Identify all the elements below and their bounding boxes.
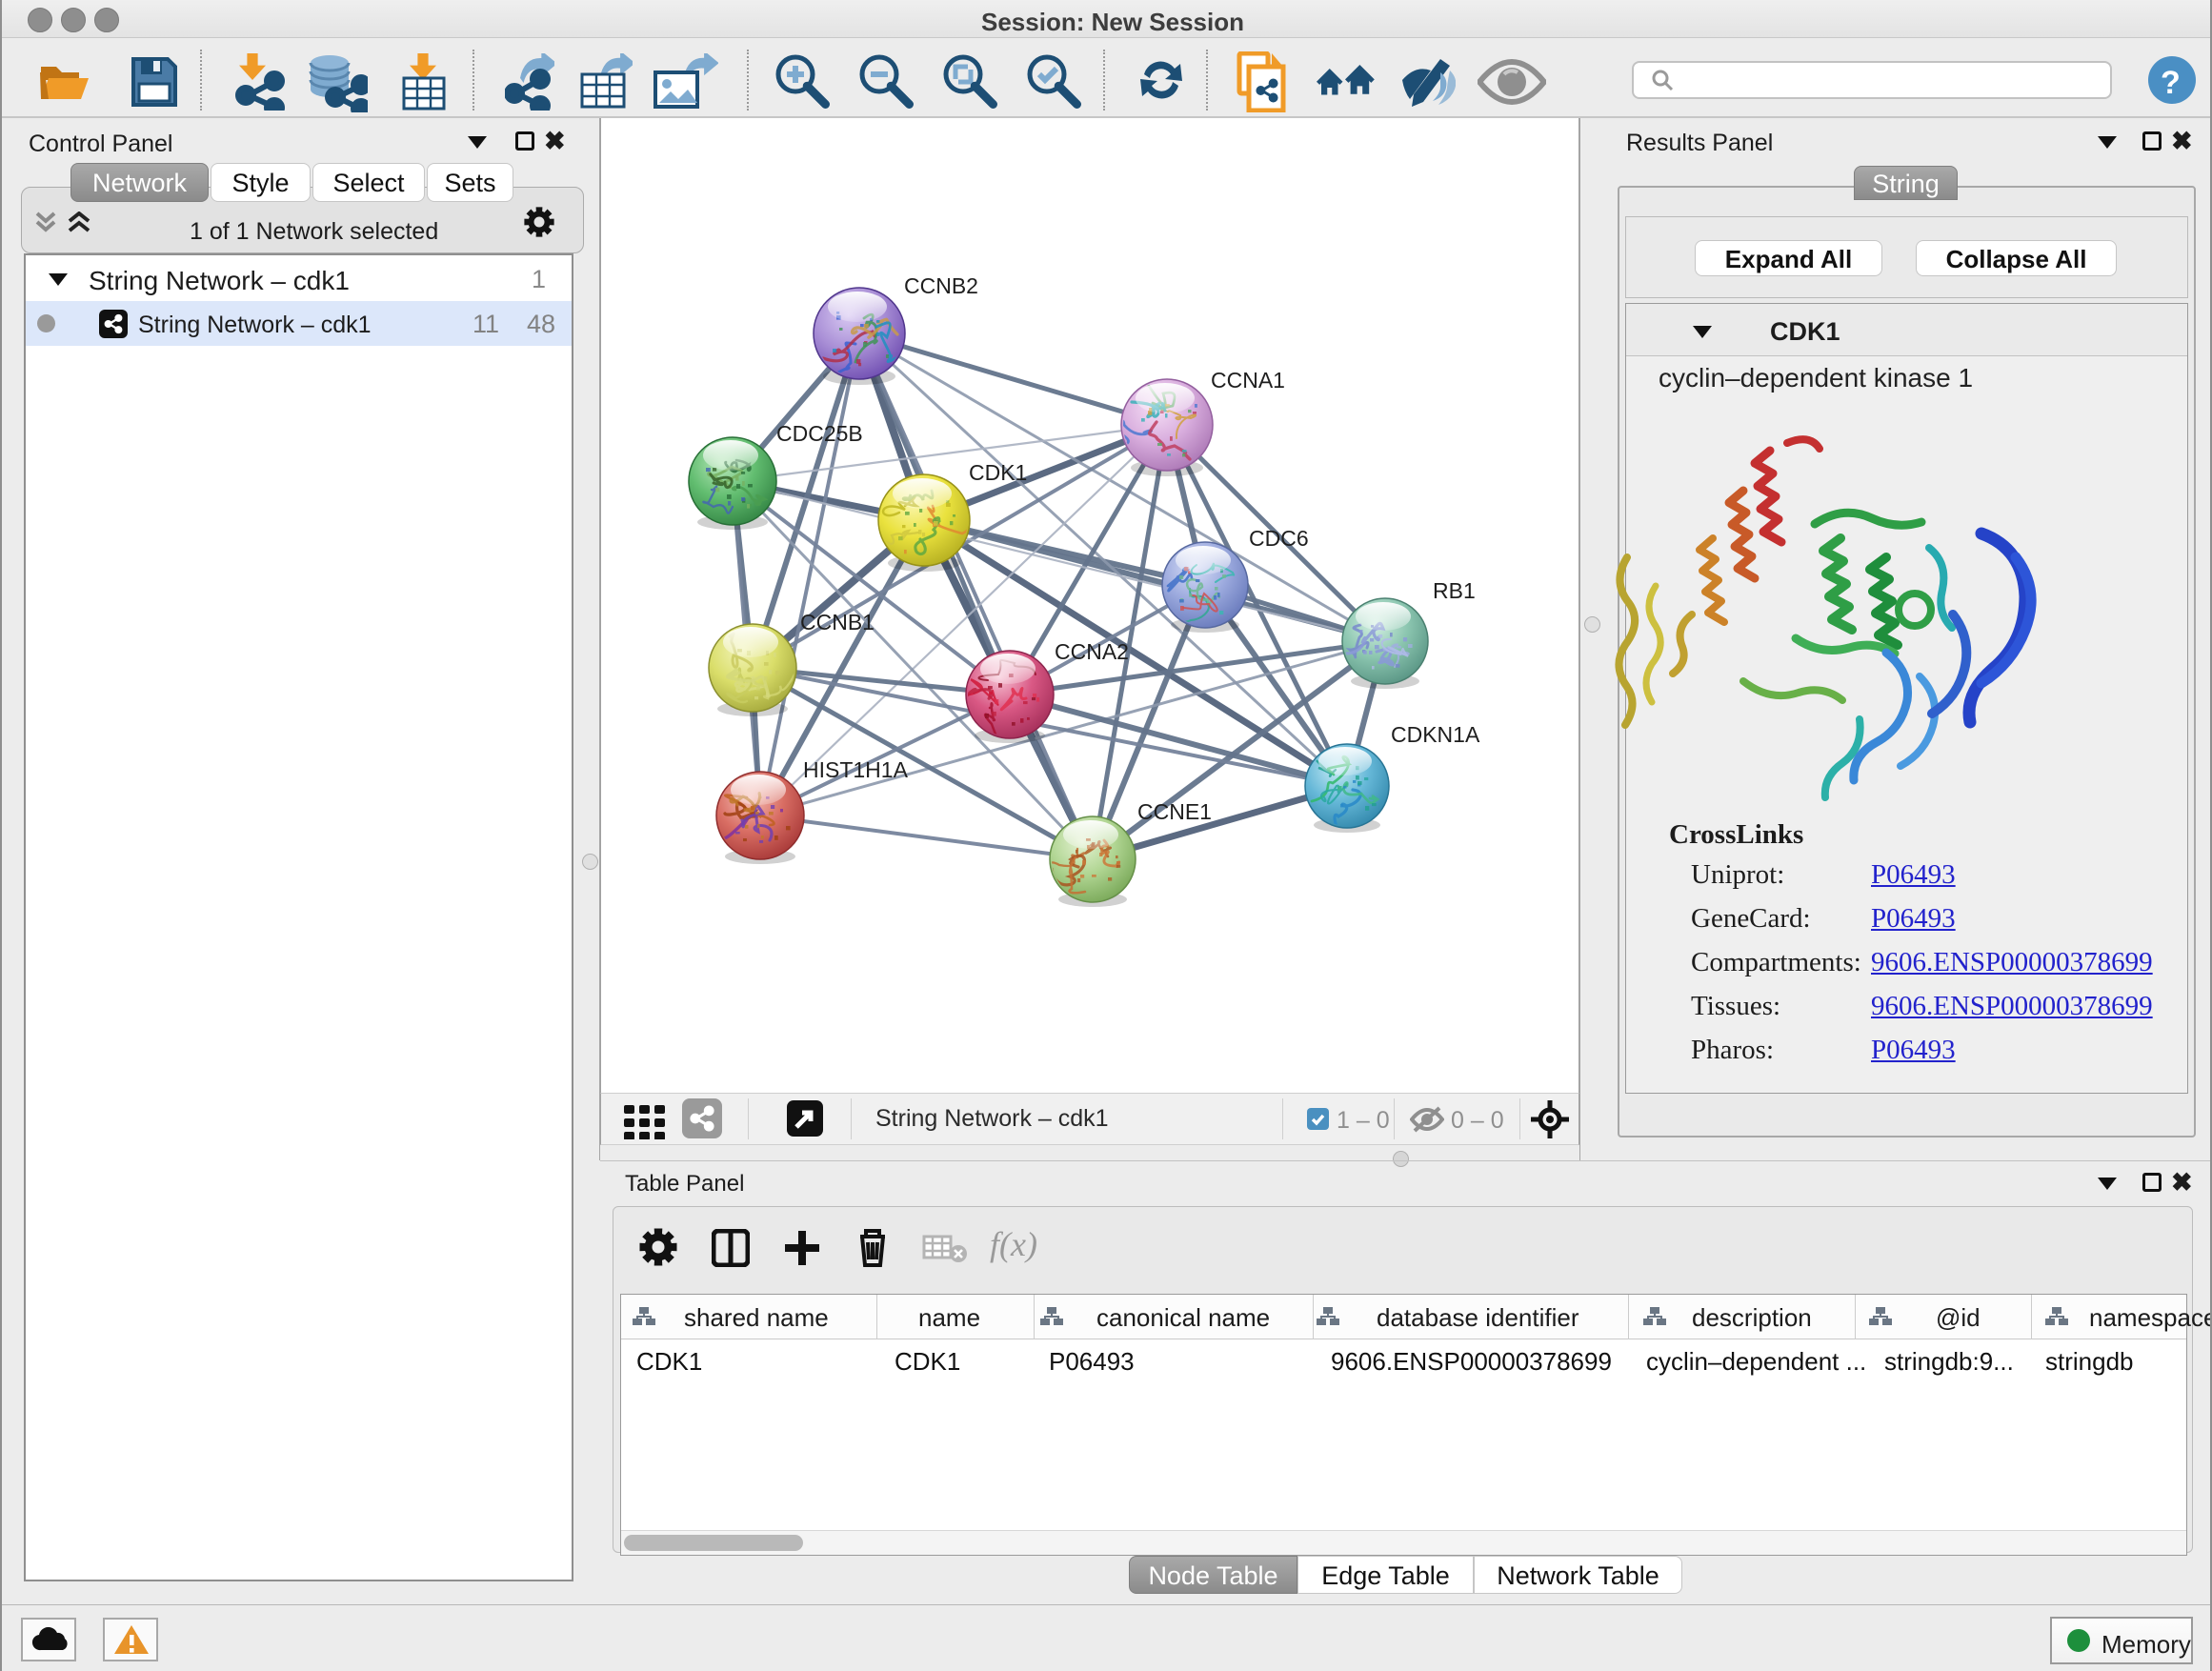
svg-text:CCNA1: CCNA1	[1211, 368, 1285, 393]
svg-text:CCNA2: CCNA2	[1055, 639, 1129, 664]
svg-text:RB1: RB1	[1433, 578, 1476, 603]
svg-text:CDKN1A: CDKN1A	[1391, 722, 1480, 747]
svg-text:CCNE1: CCNE1	[1137, 799, 1212, 824]
svg-text:CDC6: CDC6	[1249, 526, 1309, 551]
svg-text:CDK1: CDK1	[969, 460, 1027, 485]
svg-text:CCNB2: CCNB2	[904, 273, 978, 298]
svg-text:HIST1H1A: HIST1H1A	[803, 757, 909, 782]
svg-text:CCNB1: CCNB1	[800, 610, 875, 634]
svg-text:CDC25B: CDC25B	[776, 421, 863, 446]
